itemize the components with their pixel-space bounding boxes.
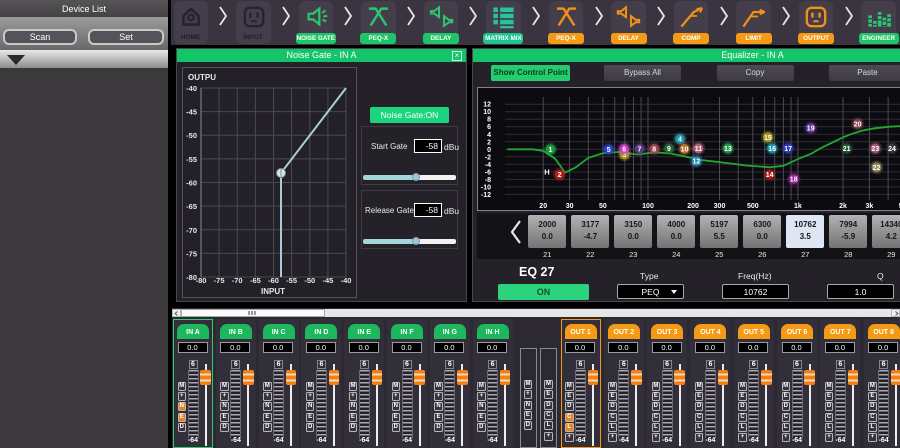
svg-text:INPUT: INPUT — [261, 287, 285, 296]
svg-text:-2: -2 — [485, 154, 491, 161]
svg-text:2: 2 — [558, 172, 562, 179]
svg-text:21: 21 — [843, 146, 851, 153]
svg-text:12: 12 — [693, 159, 701, 166]
svg-text:-60: -60 — [268, 276, 279, 285]
svg-text:20: 20 — [854, 121, 862, 128]
svg-text:-10: -10 — [481, 184, 491, 191]
svg-text:500: 500 — [747, 203, 759, 210]
svg-text:23: 23 — [871, 146, 879, 153]
svg-text:15: 15 — [764, 135, 772, 142]
svg-text:6: 6 — [487, 124, 491, 131]
svg-text:0: 0 — [487, 147, 491, 154]
svg-text:13: 13 — [724, 146, 732, 153]
svg-text:-75: -75 — [214, 276, 225, 285]
svg-text:2: 2 — [487, 139, 491, 146]
svg-text:-45: -45 — [322, 276, 333, 285]
svg-text:4: 4 — [678, 137, 682, 144]
svg-text:H: H — [544, 168, 549, 177]
svg-text:-12: -12 — [481, 192, 491, 199]
svg-text:-8: -8 — [485, 177, 491, 184]
svg-text:19: 19 — [807, 126, 815, 133]
svg-text:-70: -70 — [186, 226, 197, 235]
svg-text:50: 50 — [599, 203, 607, 210]
svg-text:-80: -80 — [196, 276, 207, 285]
svg-text:-60: -60 — [186, 179, 197, 188]
svg-text:17: 17 — [784, 146, 792, 153]
svg-text:8: 8 — [652, 146, 656, 153]
svg-text:24: 24 — [888, 146, 896, 153]
svg-text:-40: -40 — [186, 84, 197, 93]
svg-text:-55: -55 — [186, 155, 197, 164]
svg-text:-65: -65 — [186, 202, 197, 211]
svg-text:10: 10 — [681, 146, 689, 153]
svg-text:200: 200 — [687, 203, 699, 210]
svg-text:8: 8 — [487, 117, 491, 124]
svg-text:-70: -70 — [232, 276, 243, 285]
svg-text:1: 1 — [549, 147, 553, 154]
svg-text:-65: -65 — [250, 276, 261, 285]
svg-text:1k: 1k — [794, 203, 802, 210]
svg-text:300: 300 — [714, 203, 726, 210]
svg-text:4: 4 — [487, 132, 491, 139]
svg-text:10: 10 — [483, 109, 491, 116]
svg-text:OUTPU: OUTPU — [188, 73, 216, 82]
svg-text:11: 11 — [695, 146, 703, 153]
svg-text:5: 5 — [607, 147, 611, 154]
svg-text:-50: -50 — [304, 276, 315, 285]
svg-text:-45: -45 — [186, 108, 197, 117]
svg-text:14: 14 — [766, 172, 774, 179]
svg-text:6: 6 — [622, 146, 626, 153]
svg-text:3k: 3k — [866, 203, 874, 210]
svg-text:18: 18 — [790, 177, 798, 184]
svg-text:22: 22 — [873, 165, 881, 172]
svg-text:-40: -40 — [341, 276, 352, 285]
svg-text:9: 9 — [667, 146, 671, 153]
svg-text:100: 100 — [642, 203, 654, 210]
svg-text:20: 20 — [539, 203, 547, 210]
svg-text:-4: -4 — [485, 162, 491, 169]
svg-text:2k: 2k — [839, 203, 847, 210]
svg-text:30: 30 — [566, 203, 574, 210]
svg-text:-75: -75 — [186, 249, 197, 258]
svg-text:16: 16 — [768, 146, 776, 153]
svg-text:7: 7 — [638, 146, 642, 153]
svg-text:-6: -6 — [485, 169, 491, 176]
svg-text:-50: -50 — [186, 131, 197, 140]
svg-text:12: 12 — [483, 102, 491, 109]
svg-text:-55: -55 — [286, 276, 297, 285]
